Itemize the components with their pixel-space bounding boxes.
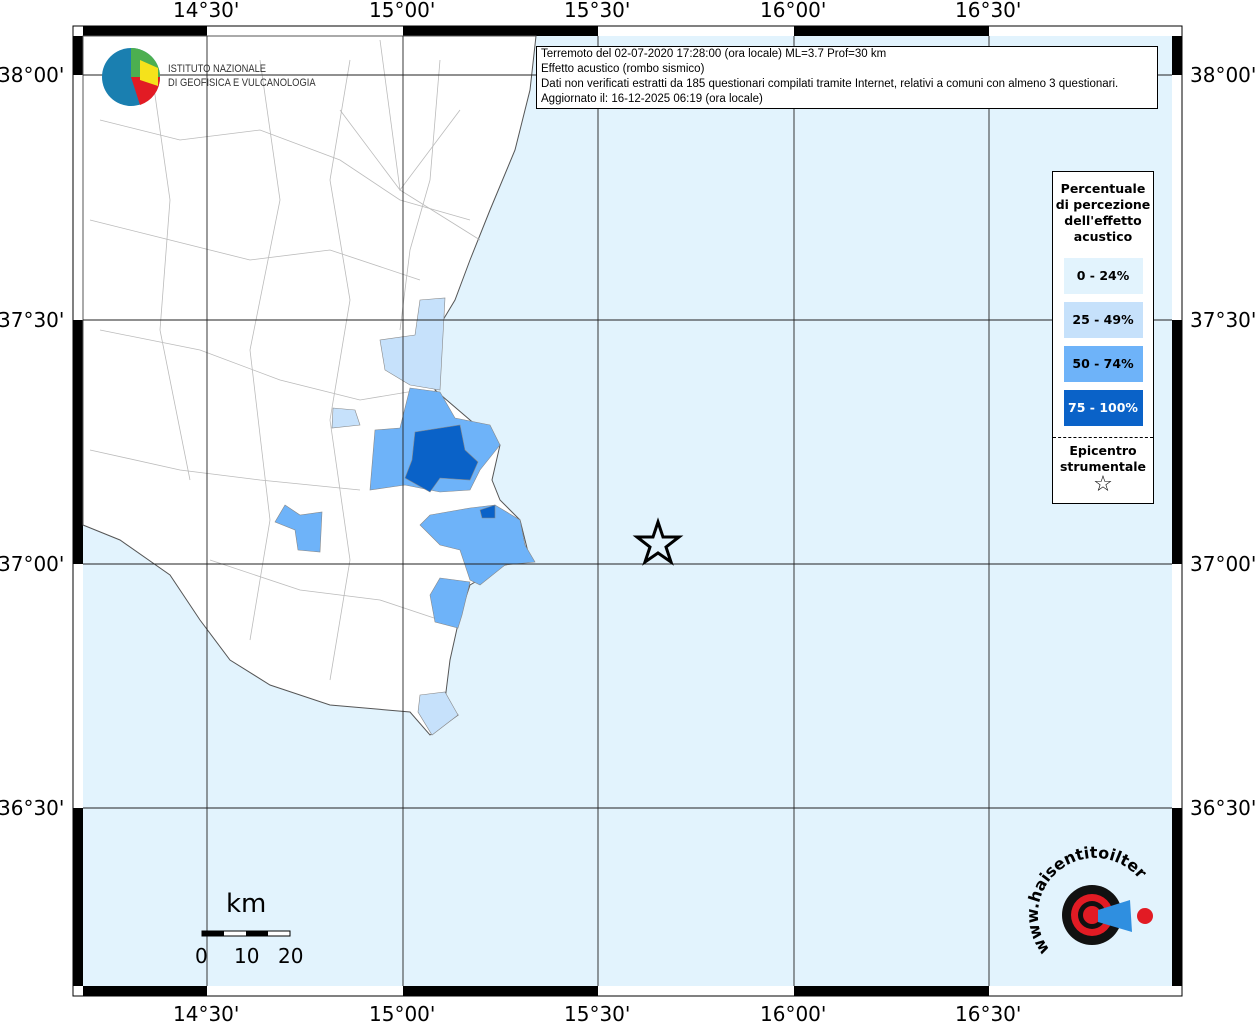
info-line: Effetto acustico (rombo sismico) xyxy=(541,63,705,75)
event-info-box: Terremoto del 02-07-2020 17:28:00 (ora l… xyxy=(536,46,1158,109)
frame-bar xyxy=(403,986,598,996)
lat-label: 36°30' xyxy=(0,796,65,820)
legend-epicenter-line: Epicentro xyxy=(1069,443,1137,458)
frame-bar xyxy=(83,986,207,996)
lon-label: 15°00' xyxy=(369,1002,436,1024)
lon-label: 15°30' xyxy=(564,0,631,22)
ingv-logo xyxy=(102,48,161,106)
legend-class: 25 - 49% xyxy=(1063,302,1143,338)
frame-bar xyxy=(1172,320,1182,564)
frame-bar xyxy=(73,808,83,986)
lat-label: 38°00' xyxy=(0,63,65,87)
lon-label: 14°30' xyxy=(173,0,240,22)
legend: Percentuale di percezione dell'effetto a… xyxy=(1052,171,1154,504)
legend-class: 75 - 100% xyxy=(1063,390,1143,426)
legend-epicenter: Epicentro strumentale ☆ xyxy=(1053,437,1153,497)
legend-class: 0 - 24% xyxy=(1063,258,1143,294)
info-line: Dati non verificati estratti da 185 ques… xyxy=(541,78,1119,90)
frame-bar xyxy=(1172,36,1182,75)
legend-title-line: dell'effetto xyxy=(1064,213,1142,228)
ingv-logo-text: ISTITUTO NAZIONALE DI GEOFISICA E VULCANO… xyxy=(168,62,316,90)
frame-bar xyxy=(794,26,989,36)
lon-label: 15°00' xyxy=(369,0,436,22)
map-canvas[interactable]: www.haisentitoilterremoto.it xyxy=(0,0,1255,1024)
lat-label: 37°30' xyxy=(0,308,65,332)
scale-tick: 20 xyxy=(278,944,304,968)
lon-label: 16°00' xyxy=(760,0,827,22)
star-icon: ☆ xyxy=(1093,472,1113,497)
ingv-line: ISTITUTO NAZIONALE xyxy=(168,63,267,75)
frame-bar xyxy=(403,26,598,36)
legend-class: 50 - 74% xyxy=(1063,346,1143,382)
legend-title: Percentuale di percezione dell'effetto a… xyxy=(1053,181,1153,245)
ingv-line: DI GEOFISICA E VULCANOLOGIA xyxy=(168,77,316,89)
lon-label: 16°00' xyxy=(760,1002,827,1024)
lat-label: 37°00' xyxy=(0,552,65,576)
scale-unit: km xyxy=(226,889,267,919)
scale-tick: 0 xyxy=(195,944,208,968)
lon-label: 16°30' xyxy=(955,0,1022,22)
lat-label: 36°30' xyxy=(1190,796,1255,820)
lon-label: 16°30' xyxy=(955,1002,1022,1024)
lon-label: 14°30' xyxy=(173,1002,240,1024)
legend-title-line: Percentuale xyxy=(1060,181,1146,196)
map-view: www.haisentitoilterremoto.it 14°30' 14°30… xyxy=(0,0,1255,1024)
frame-bar xyxy=(73,320,83,564)
lon-label: 15°30' xyxy=(564,1002,631,1024)
frame-bar xyxy=(73,36,83,75)
frame-bar xyxy=(83,26,207,36)
lat-label: 37°30' xyxy=(1190,308,1255,332)
lat-label: 37°00' xyxy=(1190,552,1255,576)
info-line: Terremoto del 02-07-2020 17:28:00 (ora l… xyxy=(541,48,887,60)
lat-label: 38°00' xyxy=(1190,63,1255,87)
legend-title-line: acustico xyxy=(1073,229,1133,244)
info-line: Aggiornato il: 16-12-2025 06:19 (ora loc… xyxy=(541,93,763,105)
frame-bar xyxy=(794,986,989,996)
frame-bar xyxy=(1172,808,1182,986)
legend-title-line: di percezione xyxy=(1055,197,1151,212)
scale-tick: 10 xyxy=(234,944,260,968)
scale-bar xyxy=(201,930,291,937)
